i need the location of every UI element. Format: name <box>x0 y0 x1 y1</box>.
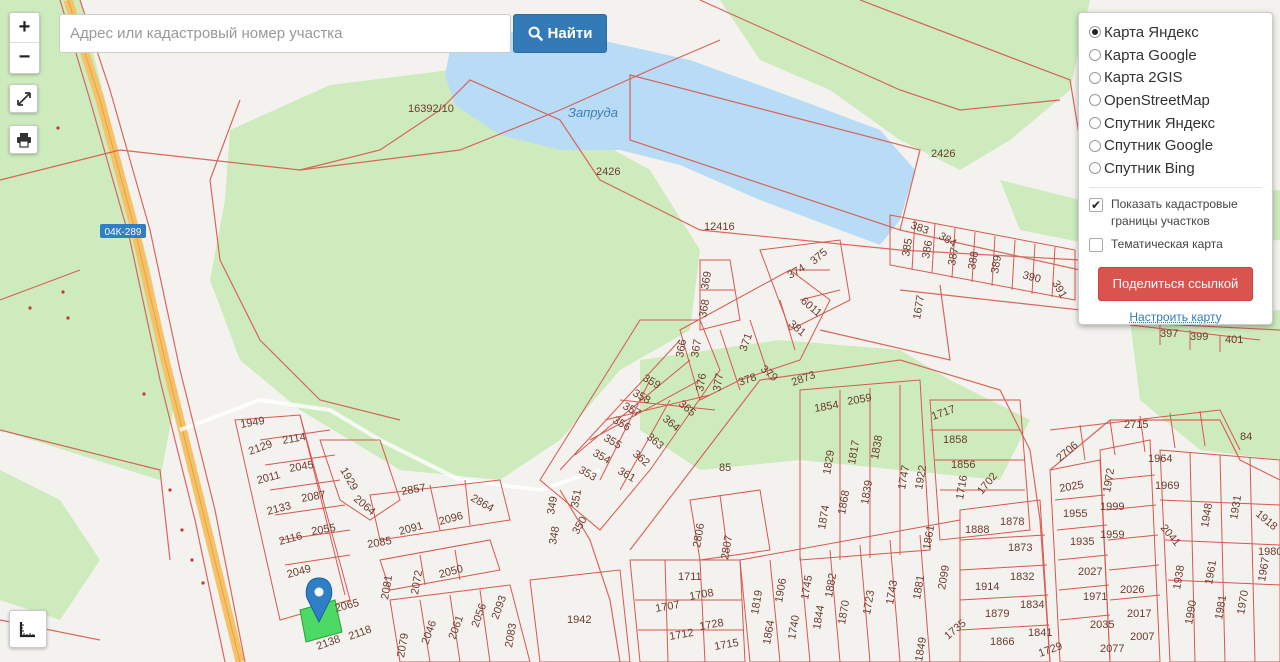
parcel-number: 401 <box>1225 334 1243 346</box>
parcel-number: 2026 <box>1120 584 1144 596</box>
parcel-number: 1858 <box>943 434 967 446</box>
layer-label: Спутник Google <box>1104 137 1214 155</box>
parcel-number: 397 <box>1160 328 1178 340</box>
layer-list: Карта Яндекс Карта Google Карта 2GIS OpenSt… <box>1089 21 1262 180</box>
layer-radio[interactable] <box>1089 117 1101 130</box>
parcel-number: 12416 <box>704 221 735 233</box>
layer-label: Карта 2GIS <box>1104 69 1183 87</box>
layer-radio[interactable] <box>1089 26 1101 39</box>
thematic-map-checkbox[interactable] <box>1089 237 1103 252</box>
parcel-number: 1942 <box>567 614 591 626</box>
layer-radio[interactable] <box>1089 162 1101 175</box>
parcel-number: 2426 <box>596 166 620 178</box>
parcel-number: 2715 <box>1124 419 1148 431</box>
parcel-number: 1935 <box>1070 536 1094 548</box>
layer-label: Спутник Bing <box>1104 159 1195 177</box>
zoom-out-button[interactable]: − <box>10 42 39 72</box>
parcel-number: 2035 <box>1090 619 1114 631</box>
layer-option[interactable]: OpenStreetMap <box>1089 89 1262 112</box>
expand-icon <box>16 91 31 106</box>
parcel-number: 1999 <box>1100 501 1124 513</box>
parcel-number: 1711 <box>678 571 702 583</box>
cadastral-borders-checkbox[interactable]: ✔ <box>1089 197 1103 212</box>
layer-option[interactable]: Спутник Яндекс <box>1089 112 1262 135</box>
layer-radio[interactable] <box>1089 94 1101 107</box>
parcel-number: 399 <box>1190 331 1208 343</box>
parcel-number: 1879 <box>985 608 1009 620</box>
parcel-number: 16392/10 <box>408 103 454 115</box>
parcel-number: 2027 <box>1078 566 1102 578</box>
parcel-number: 1834 <box>1020 599 1044 611</box>
parcel-number: 1914 <box>975 581 999 593</box>
layer-option[interactable]: Карта 2GIS <box>1089 66 1262 89</box>
cadastral-borders-option[interactable]: ✔ Показать кадастровые границы участков <box>1089 196 1262 230</box>
parcel-number: 1878 <box>1000 516 1024 528</box>
parcel-number: 1969 <box>1155 480 1179 492</box>
panel-divider <box>1089 186 1262 188</box>
parcel-number: 1964 <box>1148 453 1172 465</box>
zoom-in-button[interactable]: + <box>10 13 39 42</box>
layer-label: Спутник Яндекс <box>1104 114 1216 132</box>
print-button[interactable] <box>9 125 38 154</box>
search-icon <box>528 26 543 41</box>
parcel-number: 1856 <box>951 459 975 471</box>
ruler-icon <box>19 622 35 638</box>
zoom-controls: + − <box>9 12 40 74</box>
parcel-number: 84 <box>1240 431 1252 443</box>
layer-option[interactable]: Карта Google <box>1089 44 1262 67</box>
layer-radio[interactable] <box>1089 139 1101 152</box>
parcel-number: 2077 <box>1100 643 1124 655</box>
parcel-number: 2007 <box>1130 631 1154 643</box>
layer-label: OpenStreetMap <box>1104 91 1210 109</box>
layer-option[interactable]: Спутник Google <box>1089 134 1262 157</box>
search-button[interactable]: Найти <box>513 14 607 53</box>
parcel-number: 85 <box>719 462 731 474</box>
parcel-number: 1959 <box>1100 529 1124 541</box>
layer-option[interactable]: Карта Яндекс <box>1089 21 1262 44</box>
road-shield-label: 04К-289 <box>105 227 142 238</box>
share-link-button[interactable]: Поделиться ссылкой <box>1098 266 1253 301</box>
road-shield: 04К-289 <box>100 224 146 238</box>
layer-label: Карта Google <box>1104 46 1197 64</box>
fullscreen-button[interactable] <box>9 84 38 113</box>
parcel-number: 2426 <box>931 148 955 160</box>
printer-icon <box>16 132 31 148</box>
parcel-number: 1955 <box>1063 508 1087 520</box>
parcel-number: 1841 <box>1028 627 1052 639</box>
lake-label: Запруда <box>568 105 618 120</box>
parcel-number: 1888 <box>965 524 989 536</box>
map-layer-panel: Карта Яндекс Карта Google Карта 2GIS OpenSt… <box>1078 12 1273 325</box>
search-button-label: Найти <box>547 25 593 42</box>
map-settings-link[interactable]: Настроить карту <box>1089 310 1262 324</box>
thematic-map-label: Тематическая карта <box>1111 236 1223 251</box>
layer-option[interactable]: Спутник Bing <box>1089 157 1262 180</box>
layer-radio[interactable] <box>1089 71 1101 84</box>
ruler-button[interactable] <box>9 610 47 648</box>
parcel-number: 1971 <box>1083 591 1107 603</box>
parcel-number: 1980 <box>1258 546 1280 558</box>
parcel-number: 1866 <box>990 636 1014 648</box>
layer-radio[interactable] <box>1089 49 1101 62</box>
cadastral-borders-label: Показать кадастровые границы участков <box>1111 196 1238 228</box>
layer-label: Карта Яндекс <box>1104 23 1199 41</box>
parcel-number: 1873 <box>1008 542 1032 554</box>
thematic-map-option[interactable]: Тематическая карта <box>1089 236 1262 253</box>
search-input[interactable] <box>59 14 511 53</box>
parcel-number: 2017 <box>1127 608 1151 620</box>
parcel-number: 1832 <box>1010 571 1034 583</box>
